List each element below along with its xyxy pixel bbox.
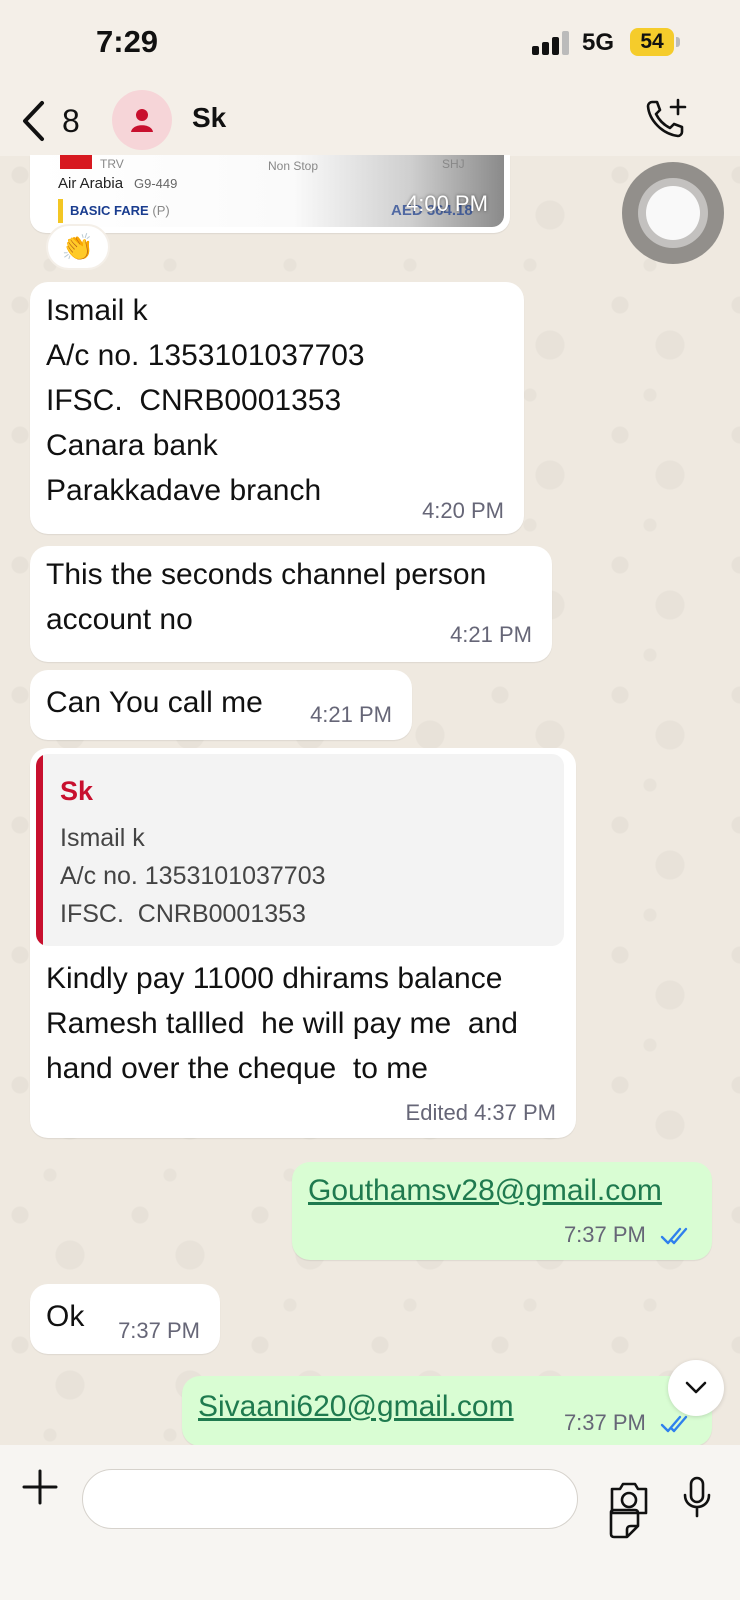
flight-origin: TRV [100, 157, 124, 171]
mic-icon[interactable] [680, 1475, 714, 1519]
message-input[interactable] [82, 1469, 640, 1539]
email-link[interactable]: Sivaani620@gmail.com [198, 1384, 514, 1429]
flight-image-message[interactable]: TRV Non Stop SHJ Air Arabia G9-449 BASIC… [30, 155, 510, 233]
message-bubble-incoming[interactable]: Can You call me 4:21 PM [30, 670, 412, 740]
flight-destination: SHJ [442, 157, 465, 171]
message-time: 4:21 PM [450, 622, 532, 647]
message-bubble-incoming[interactable]: This the seconds channel person account … [30, 546, 552, 662]
status-bar: 7:29 5G 54 [0, 0, 740, 90]
contact-avatar[interactable] [112, 90, 172, 150]
battery-icon: 54 [630, 28, 680, 56]
message-time: Edited 4:37 PM [405, 1100, 556, 1125]
message-text: Can You call me [46, 686, 263, 719]
camera-icon[interactable] [608, 1479, 650, 1517]
message-time: 4:21 PM [310, 702, 392, 727]
back-button[interactable]: 8 [20, 96, 90, 146]
message-text: Ok [46, 1300, 85, 1333]
unread-count: 8 [62, 102, 80, 139]
message-bubble-outgoing[interactable]: Gouthamsv28@gmail.com 7:37 PM [292, 1162, 712, 1260]
flight-number: G9-449 [134, 176, 178, 191]
message-bubble-incoming[interactable]: Ok 7:37 PM [30, 1284, 220, 1354]
scroll-to-bottom-button[interactable] [668, 1360, 724, 1416]
message-text: This the seconds channel person account … [46, 558, 487, 636]
contact-name[interactable]: Sk [192, 102, 226, 134]
airline-logo [60, 155, 92, 169]
plus-icon[interactable] [20, 1467, 60, 1507]
person-icon [131, 109, 153, 132]
message-time: 7:37 PM [118, 1318, 200, 1343]
fare-type: BASIC FARE (P) [70, 203, 170, 218]
message-bubble-outgoing[interactable]: Sivaani620@gmail.com 7:37 PM [182, 1376, 712, 1446]
double-check-icon [660, 1227, 688, 1245]
message-time: 7:37 PM [564, 1222, 692, 1248]
status-time: 7:29 [96, 24, 159, 59]
signal-icon [532, 31, 572, 55]
network-label: 5G [582, 29, 615, 56]
message-composer [0, 1445, 740, 1600]
call-add-icon[interactable] [644, 96, 690, 142]
message-time: 4:20 PM [422, 498, 504, 523]
airline-name: Air Arabia [58, 175, 124, 192]
quoted-author: Sk [60, 776, 94, 806]
quoted-message[interactable]: Sk Ismail k A/c no. 1353101037703 IFSC. … [36, 754, 564, 946]
message-bubble-incoming[interactable]: Ismail k A/c no. 1353101037703 IFSC. CNR… [30, 282, 524, 534]
back-chevron-icon [23, 101, 44, 141]
double-check-icon [660, 1415, 688, 1433]
message-bubble-incoming-reply[interactable]: Sk Ismail k A/c no. 1353101037703 IFSC. … [30, 748, 576, 1138]
battery-level: 54 [630, 28, 674, 56]
reaction-emoji[interactable]: 👏 [46, 224, 110, 270]
message-text: Ismail k A/c no. 1353101037703 IFSC. CNR… [46, 294, 365, 507]
message-time: 7:37 PM [564, 1410, 692, 1436]
flight-card: TRV Non Stop SHJ Air Arabia G9-449 BASIC… [36, 155, 504, 227]
message-text: Kindly pay 11000 dhirams balance Ramesh … [46, 962, 518, 1085]
quoted-line: IFSC. CNRB0001353 [60, 900, 306, 928]
email-link[interactable]: Gouthamsv28@gmail.com [308, 1168, 662, 1213]
flight-stop-type: Non Stop [268, 159, 319, 173]
edited-label: Edited [405, 1100, 468, 1125]
quoted-line: A/c no. 1353101037703 [60, 862, 326, 890]
message-time: 4:00 PM [406, 191, 488, 216]
chat-header: 8 Sk [0, 90, 740, 156]
chevron-down-icon [685, 1381, 707, 1394]
assistive-touch-button[interactable] [622, 162, 724, 264]
quoted-line: Ismail k [60, 824, 145, 852]
